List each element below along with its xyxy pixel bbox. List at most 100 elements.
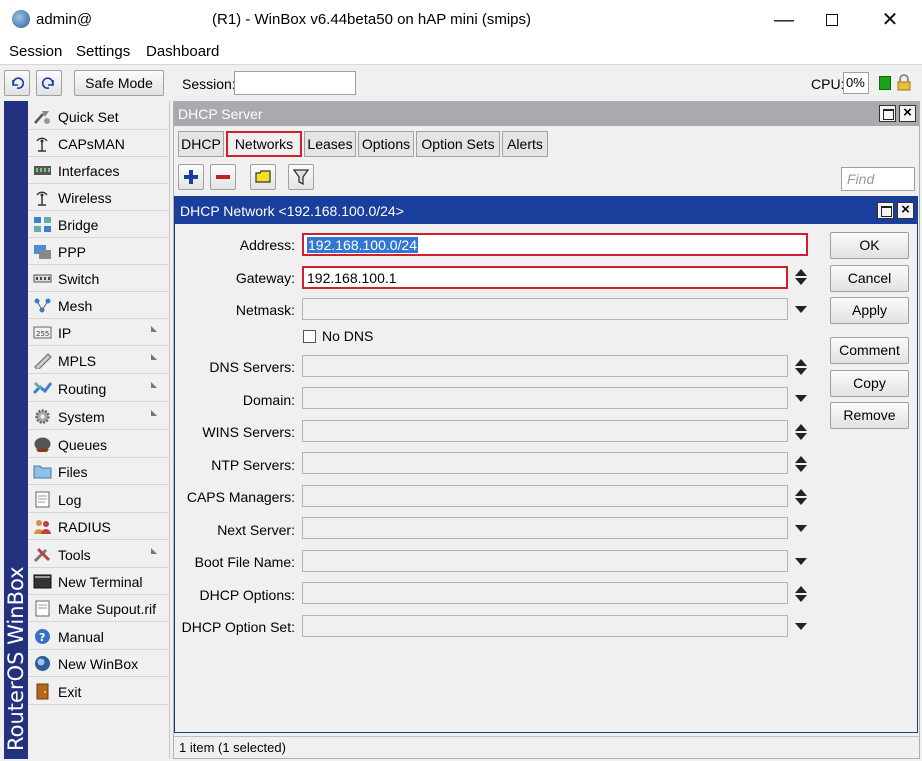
sidebar-item-mpls[interactable]: MPLS <box>28 347 170 374</box>
netmask-dropdown-icon[interactable] <box>795 306 807 313</box>
tab-option-sets[interactable]: Option Sets <box>416 131 500 157</box>
undo-icon <box>12 77 25 89</box>
sidebar-item-ppp[interactable]: PPP <box>28 238 170 265</box>
remove-button[interactable] <box>210 164 236 190</box>
sidebar-item-tools[interactable]: Tools <box>28 541 170 568</box>
brand-text: RouterOS WinBox <box>4 566 28 751</box>
maximize-icon[interactable] <box>812 6 852 34</box>
submenu-arrow-icon <box>151 548 157 554</box>
close-dialog-icon[interactable]: × <box>897 202 914 219</box>
undo-button[interactable] <box>4 70 30 96</box>
gateway-field[interactable]: 192.168.100.1 <box>302 266 788 289</box>
status-bar: 1 item (1 selected) <box>174 736 919 758</box>
restore-window-icon[interactable] <box>879 105 896 122</box>
address-field[interactable]: 192.168.100.0/24 <box>302 233 808 256</box>
supout-icon <box>35 600 50 617</box>
copy-button[interactable]: Copy <box>830 370 909 397</box>
sidebar-item-manual[interactable]: ? Manual <box>28 623 170 650</box>
folder-icon <box>33 465 52 479</box>
next-server-dropdown-icon[interactable] <box>795 525 807 532</box>
ip-icon: 255 <box>33 326 52 339</box>
sidebar-item-log[interactable]: Log <box>28 486 170 513</box>
add-button[interactable] <box>178 164 204 190</box>
tab-networks[interactable]: Networks <box>226 131 302 157</box>
sidebar-item-quick-set[interactable]: Quick Set <box>28 103 170 130</box>
sidebar-item-new-winbox[interactable]: New WinBox <box>28 650 170 677</box>
safe-mode-button[interactable]: Safe Mode <box>74 70 164 96</box>
sidebar-item-wireless[interactable]: Wireless <box>28 184 170 211</box>
sidebar-item-capsman[interactable]: CAPsMAN <box>28 130 170 157</box>
sidebar-item-system[interactable]: System <box>28 403 170 430</box>
remove-button[interactable]: Remove <box>830 402 909 429</box>
domain-field[interactable] <box>302 387 788 409</box>
session-input[interactable] <box>234 71 356 95</box>
sidebar-item-bridge[interactable]: Bridge <box>28 211 170 238</box>
sidebar-item-label: Switch <box>58 271 100 287</box>
menu-session[interactable]: Session <box>9 43 62 60</box>
gateway-updown-icon[interactable] <box>795 269 807 285</box>
sidebar-item-interfaces[interactable]: Interfaces <box>28 157 170 184</box>
sidebar-item-routing[interactable]: Routing <box>28 375 170 402</box>
close-icon[interactable]: ✕ <box>870 6 910 34</box>
dhcp-option-set-dropdown-icon[interactable] <box>795 623 807 630</box>
close-window-icon[interactable]: × <box>899 105 916 122</box>
tab-leases[interactable]: Leases <box>304 131 356 157</box>
tab-options[interactable]: Options <box>358 131 414 157</box>
sidebar-item-new-terminal[interactable]: New Terminal <box>28 568 170 595</box>
domain-dropdown-icon[interactable] <box>795 395 807 402</box>
netmask-label: Netmask: <box>235 302 295 318</box>
sidebar-item-label: System <box>58 409 105 425</box>
dhcp-options-updown-icon[interactable] <box>795 586 807 602</box>
dhcp-options-field[interactable] <box>302 582 788 604</box>
dns-servers-updown-icon[interactable] <box>795 359 807 375</box>
filter-button[interactable] <box>288 164 314 190</box>
submenu-arrow-icon <box>151 354 157 360</box>
wins-servers-updown-icon[interactable] <box>795 424 807 440</box>
sidebar-item-exit[interactable]: Exit <box>28 678 170 705</box>
wins-servers-label: WINS Servers: <box>202 424 295 440</box>
lock-icon <box>897 74 911 91</box>
apply-button[interactable]: Apply <box>830 297 909 324</box>
menu-dashboard[interactable]: Dashboard <box>146 43 219 60</box>
ok-button[interactable]: OK <box>830 232 909 259</box>
address-label: Address: <box>239 237 295 253</box>
sidebar-item-switch[interactable]: Switch <box>28 265 170 292</box>
sidebar-item-radius[interactable]: RADIUS <box>28 513 170 540</box>
caps-managers-field[interactable] <box>302 485 788 507</box>
find-input[interactable]: Find <box>841 167 915 191</box>
menu-settings[interactable]: Settings <box>76 43 130 60</box>
dhcp-option-set-field[interactable] <box>302 615 788 637</box>
submenu-arrow-icon <box>151 326 157 332</box>
sidebar-item-label: Mesh <box>58 298 93 314</box>
comment-button[interactable] <box>250 164 276 190</box>
ntp-servers-field[interactable] <box>302 452 788 474</box>
comment-button[interactable]: Comment <box>830 337 909 364</box>
capsman-icon <box>36 137 48 152</box>
sidebar-item-make-supout[interactable]: Make Supout.rif <box>28 595 170 622</box>
sidebar-item-label: Files <box>58 464 88 480</box>
sidebar-item-label: Make Supout.rif <box>58 601 157 617</box>
wins-servers-field[interactable] <box>302 420 788 442</box>
next-server-field[interactable] <box>302 517 788 539</box>
window-title: (R1) - WinBox v6.44beta50 on hAP mini (s… <box>212 11 532 28</box>
sidebar-item-queues[interactable]: Queues <box>28 431 170 458</box>
cancel-button[interactable]: Cancel <box>830 265 909 292</box>
tab-dhcp[interactable]: DHCP <box>178 131 224 157</box>
sidebar-item-ip[interactable]: 255 IP <box>28 319 170 346</box>
netmask-field[interactable] <box>302 298 788 320</box>
dns-servers-field[interactable] <box>302 355 788 377</box>
restore-dialog-icon[interactable] <box>877 202 894 219</box>
minimize-icon[interactable]: — <box>764 6 804 34</box>
sidebar-item-mesh[interactable]: Mesh <box>28 292 170 319</box>
sidebar-item-files[interactable]: Files <box>28 458 170 485</box>
redo-button[interactable] <box>36 70 62 96</box>
boot-file-name-field[interactable] <box>302 550 788 572</box>
tab-alerts[interactable]: Alerts <box>502 131 548 157</box>
boot-file-name-dropdown-icon[interactable] <box>795 558 807 565</box>
no-dns-label: No DNS <box>322 328 374 344</box>
ntp-servers-updown-icon[interactable] <box>795 456 807 472</box>
caps-managers-updown-icon[interactable] <box>795 489 807 505</box>
mpls-icon <box>34 353 52 369</box>
no-dns-checkbox[interactable] <box>303 330 316 343</box>
title-bar: admin@ (R1) - WinBox v6.44beta50 on hAP … <box>0 0 922 40</box>
